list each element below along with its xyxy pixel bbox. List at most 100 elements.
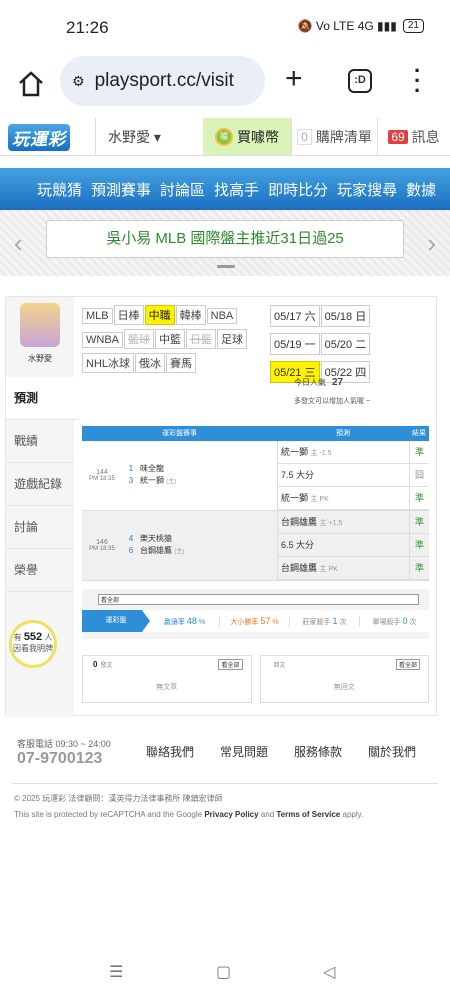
game-results: 準囧準	[409, 441, 429, 510]
games-list: 144 PM 18:35 1 味全龍 3 統一獅 (主) 統一獅 主 -1.5 7.5 大分 …	[82, 441, 429, 581]
date-weekday: 六	[304, 311, 316, 323]
buy-coin-label: 買噱幣	[237, 128, 279, 145]
side-tab-discuss[interactable]: 討論	[6, 506, 74, 549]
support-phone[interactable]: 07-9700123	[17, 750, 102, 768]
sport-tag[interactable]: NHL冰球	[82, 353, 135, 373]
home-button-icon[interactable]: ▢	[216, 962, 231, 982]
team-score: 3	[128, 476, 134, 485]
back-icon[interactable]: ◁	[323, 962, 335, 982]
footer-link[interactable]: 常見問題	[220, 743, 268, 760]
result-mark: 囧	[410, 464, 429, 487]
cart-button[interactable]: 0 購牌清單	[291, 118, 377, 155]
profile-panel: 水野愛 預測 戰績 遊戲紀錄 討論 榮譽 有 552 人因看我明牌 MLB 日棒中…	[5, 296, 437, 717]
sport-tag[interactable]: 籃球	[124, 329, 154, 349]
sport-tag[interactable]: MLB	[82, 308, 113, 324]
record-stats: 戰績 看全部 運彩盤 贏讓率 48 % 大小勝率 57 % 莊家殺手 1 次 單…	[82, 589, 429, 639]
side-tab-record[interactable]: 戰績	[6, 420, 74, 463]
col-game: 運彩盤賽事	[162, 430, 197, 437]
date-value: 05/19	[274, 339, 302, 351]
chevron-right-icon[interactable]: ›	[427, 228, 436, 259]
address-bar[interactable]: ⚙ playsport.cc/visit	[60, 56, 265, 106]
side-tab-history[interactable]: 遊戲紀錄	[6, 463, 74, 506]
more-menu-icon[interactable]: · · ·	[414, 60, 421, 102]
terms-link[interactable]: Terms of Service	[276, 810, 340, 819]
recent-apps-icon[interactable]: ☰	[109, 962, 123, 982]
stat-single-unit: 次	[409, 618, 417, 626]
team-score: 6	[128, 546, 134, 555]
nav-item[interactable]: 預測賽事	[91, 179, 151, 200]
nav-item[interactable]: 討論區	[160, 179, 205, 200]
user-dropdown[interactable]: 水野愛 ▾	[95, 118, 203, 155]
helped-post: 因看我明牌	[13, 644, 53, 653]
promo-link[interactable]: 吳小易 MLB 國際盤主推近31日過25	[46, 220, 404, 258]
chevron-left-icon[interactable]: ‹	[14, 228, 23, 259]
promo-banner: ‹ 吳小易 MLB 國際盤主推近31日過25 ›	[0, 210, 450, 276]
sport-tag[interactable]: 賽馬	[166, 353, 197, 373]
pick-item: 台鋼雄鷹 主 PK	[278, 557, 409, 580]
prediction-table: 運彩盤賽事 預測 結果 144 PM 18:35 1 味全龍 3 統一獅 (主) 統一獅 主…	[82, 426, 429, 581]
site-settings-icon[interactable]: ⚙	[72, 73, 85, 90]
nav-item[interactable]: 玩競猜	[37, 179, 82, 200]
sport-tag[interactable]: 日籃	[186, 329, 216, 349]
articles-more-button[interactable]: 看全部	[218, 659, 243, 670]
stat-house-label: 莊家殺手	[302, 618, 331, 626]
articles-empty: 無文章	[156, 684, 178, 691]
sport-tag[interactable]: WNBA	[82, 332, 123, 348]
browser-toolbar: ⚙ playsport.cc/visit + :D · · ·	[0, 56, 450, 116]
buy-coin-button[interactable]: 噱 買噱幣	[203, 118, 291, 155]
prediction-content: MLB 日棒 中職 韓棒 NBA WNBA 籃球 中籃 日籃 足球 NHL冰球 俄冰 賽馬 05/17 …	[80, 297, 436, 717]
sport-tag[interactable]: 足球	[217, 329, 247, 349]
replies-box: 回文 看全部 無回文	[259, 655, 429, 703]
pick-line: 主 PK	[310, 496, 329, 503]
messages-button[interactable]: 69 訊息	[377, 118, 450, 155]
url-text: playsport.cc/visit	[94, 70, 234, 91]
footer-link[interactable]: 聯絡我們	[146, 743, 194, 760]
game-no: 146	[96, 539, 108, 546]
stat-single-value: 0	[402, 615, 408, 626]
stat-single-label: 單場殺手	[372, 618, 401, 626]
game-picks: 統一獅 主 -1.5 7.5 大分 統一獅 主 PK	[277, 441, 409, 510]
stats-more-button[interactable]: 看全部	[98, 594, 419, 605]
sport-tag[interactable]: 中職	[144, 305, 175, 325]
sport-tag[interactable]: 中籃	[155, 329, 185, 349]
date-weekday: 二	[355, 339, 367, 351]
message-count: 69	[388, 129, 408, 144]
footer-link[interactable]: 關於我們	[368, 743, 416, 760]
pick-item: 7.5 大分	[278, 464, 409, 487]
team-name[interactable]: 台鋼雄鷹	[140, 546, 172, 555]
sport-tag[interactable]: 日棒	[113, 305, 144, 325]
nav-item[interactable]: 玩家搜尋	[337, 179, 397, 200]
sport-tag[interactable]: 韓棒	[175, 305, 206, 325]
articles-box: 0 發文 看全部 無文章	[82, 655, 252, 703]
avatar[interactable]	[20, 303, 60, 347]
table-row: 144 PM 18:35 1 味全龍 3 統一獅 (主) 統一獅 主 -1.5 7.5 大分 …	[82, 441, 429, 511]
team-name[interactable]: 樂天桃猿	[140, 534, 172, 543]
privacy-link[interactable]: Privacy Policy	[204, 810, 258, 819]
replies-more-button[interactable]: 看全部	[395, 659, 420, 670]
date-tab[interactable]: 05/17 六	[270, 305, 320, 327]
home-icon[interactable]	[16, 69, 46, 99]
date-tab[interactable]: 05/18 日	[320, 305, 371, 327]
site-header: 玩運彩 水野愛 ▾ 噱 買噱幣 0 購牌清單 69 訊息	[0, 118, 450, 156]
sport-tag[interactable]: 俄冰	[135, 353, 166, 373]
nav-item[interactable]: 找高手	[214, 179, 259, 200]
stat-spread: 贏讓率 48 %	[150, 615, 220, 627]
coin-icon: 噱	[215, 127, 233, 146]
site-logo[interactable]: 玩運彩	[0, 118, 95, 156]
sport-tag[interactable]: NBA	[206, 308, 238, 324]
copyright: © 2025 玩運彩 法律顧問：漢英得力法律事務所 陳鎮宏律師	[14, 794, 223, 803]
tab-switcher-button[interactable]: :D	[348, 69, 372, 93]
table-row: 146 PM 18:35 4 樂天桃猿 6 台鋼雄鷹 (主) 台鋼雄鷹 主 +1.5 6.5 …	[82, 511, 429, 581]
nav-item[interactable]: 即時比分	[268, 179, 328, 200]
team-name[interactable]: 味全龍	[140, 464, 164, 473]
game-time: PM 18:35	[89, 476, 115, 482]
nav-item[interactable]: 數據	[406, 179, 436, 200]
team-name[interactable]: 統一獅	[140, 476, 164, 485]
site-footer: 客服電話 09:30 ~ 24:00 07-9700123 聯絡我們 常見問題 …	[0, 718, 450, 978]
side-tab-honor[interactable]: 榮譽	[6, 549, 74, 592]
new-tab-icon[interactable]: +	[285, 62, 303, 96]
side-tab-predict[interactable]: 預測	[6, 377, 78, 420]
date-tab[interactable]: 05/19 一	[270, 333, 320, 355]
date-tab[interactable]: 05/20 二	[320, 333, 371, 355]
footer-link[interactable]: 服務條款	[294, 743, 342, 760]
